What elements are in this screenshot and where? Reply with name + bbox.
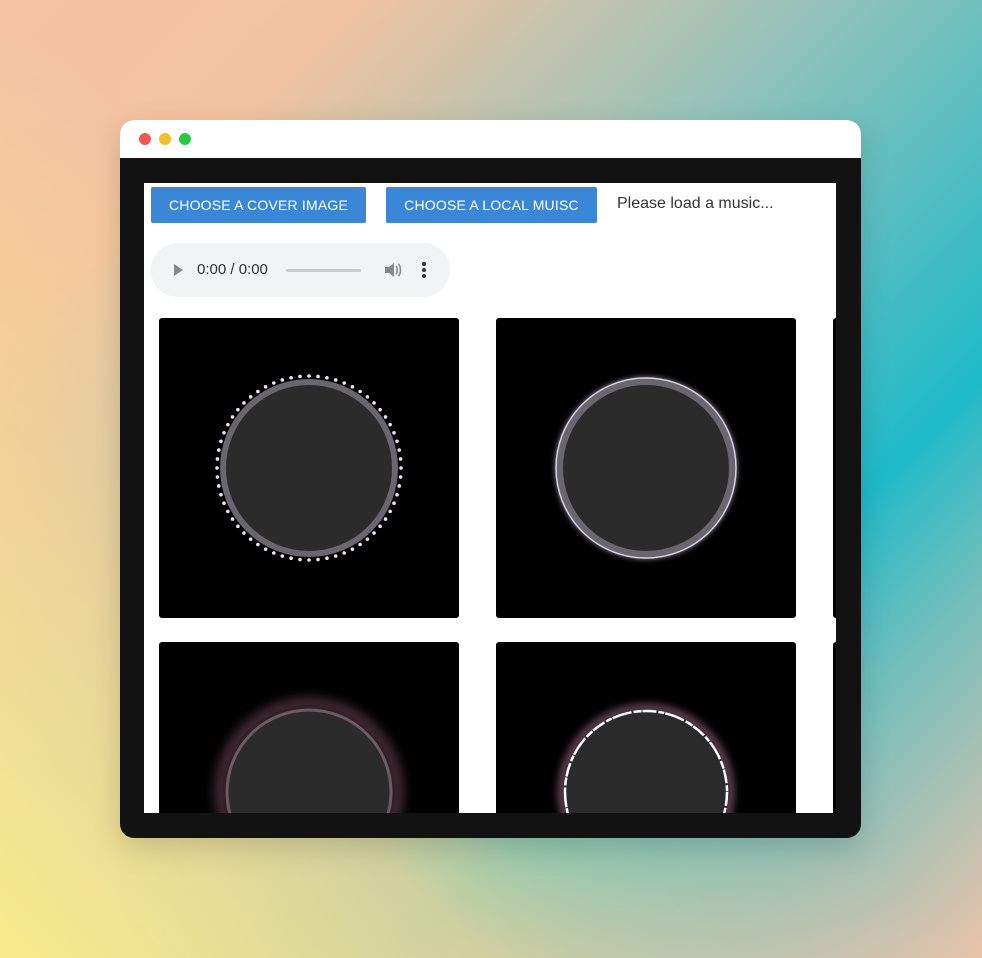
title-bar (120, 120, 861, 158)
spiky-ring-visual (558, 704, 734, 813)
ring-dot (358, 542, 362, 547)
ring-dot (280, 554, 285, 558)
ring-dot (365, 537, 370, 541)
ring-dot (298, 557, 302, 562)
ring-dot (236, 407, 240, 412)
ring-dot (215, 457, 220, 461)
visualizer-card-partial[interactable] (833, 318, 836, 618)
ring-dot (383, 415, 388, 419)
ring-dot (397, 448, 402, 452)
progress-slider[interactable] (286, 269, 361, 272)
visualizer-card-dotted[interactable] (159, 318, 459, 618)
ring-dot (280, 378, 285, 382)
ring-dot (216, 448, 221, 452)
play-icon[interactable] (174, 264, 183, 276)
more-vert-icon[interactable] (421, 261, 427, 279)
audio-player: 0:00 / 0:00 (151, 243, 450, 297)
ring-dot (325, 556, 329, 561)
ring-dot (397, 484, 402, 488)
ring-dot (271, 551, 276, 555)
browser-window: CHOOSE A COVER IMAGE CHOOSE A LOCAL MUIS… (120, 120, 861, 838)
ring-dot (215, 466, 219, 470)
ring-dot (307, 374, 311, 378)
status-text: Please load a music... (617, 195, 774, 212)
ring-dot (392, 430, 396, 435)
ring-dot (216, 484, 221, 488)
ring-dot (333, 378, 338, 382)
ring-dot (383, 517, 388, 521)
ring-dot (358, 389, 362, 394)
choose-local-music-button[interactable]: CHOOSE A LOCAL MUISC (386, 187, 597, 223)
ring-dot (226, 509, 230, 514)
ring-dot (372, 401, 376, 405)
ring-dot (248, 537, 253, 541)
dotted-ring-visual (215, 374, 403, 562)
ring-dot (215, 475, 220, 479)
ring-dot (350, 385, 355, 389)
ring-dot (263, 547, 268, 551)
ring-dot (342, 551, 347, 555)
minimize-window-button[interactable] (159, 133, 171, 145)
ring-dot (398, 457, 403, 461)
ring-dot (388, 422, 392, 427)
ring-dot (333, 554, 338, 558)
ring-dot (226, 422, 230, 427)
page-viewport: CHOOSE A COVER IMAGE CHOOSE A LOCAL MUIS… (144, 183, 836, 813)
ring-dot (263, 385, 268, 389)
ring-dot (289, 375, 293, 380)
ring-dot (365, 395, 370, 399)
visualizer-card-glow[interactable] (496, 318, 796, 618)
ring-dot (271, 381, 276, 385)
pink-halo-visual (216, 699, 402, 813)
ring-dot (378, 407, 382, 412)
ring-dot (395, 492, 399, 497)
ring-dot (350, 547, 355, 551)
ring-dot (230, 415, 235, 419)
ring-dot (222, 430, 226, 435)
close-window-button[interactable] (139, 133, 151, 145)
ring-dot (242, 401, 246, 405)
choose-cover-image-button[interactable]: CHOOSE A COVER IMAGE (151, 187, 366, 223)
ring-dot (256, 542, 260, 547)
ring-dot (372, 531, 376, 535)
glow-ring-visual (555, 377, 737, 559)
ring-dot (219, 439, 223, 444)
time-readout: 0:00 / 0:00 (197, 261, 268, 278)
ring-dot (298, 374, 302, 379)
maximize-window-button[interactable] (179, 133, 191, 145)
ring-dot (242, 531, 246, 535)
ring-dot (230, 517, 235, 521)
ring-dot (388, 509, 392, 514)
ring-dot (316, 557, 320, 562)
ring-dot (256, 389, 260, 394)
ring-dot (392, 501, 396, 506)
ring-dot (399, 466, 403, 470)
ring-dot (342, 381, 347, 385)
ring-dot (325, 375, 329, 380)
ring-dot (289, 556, 293, 561)
visualizer-card-partial[interactable] (833, 642, 836, 813)
ring-dot (222, 501, 226, 506)
ring-dot (398, 475, 403, 479)
ring-dot (378, 524, 382, 529)
ring-dot (248, 395, 253, 399)
volume-icon[interactable] (383, 260, 403, 280)
ring-dot (219, 492, 223, 497)
ring-dot (236, 524, 240, 529)
ring-dot (307, 558, 311, 562)
ring-dot (316, 374, 320, 379)
visualizer-card-halo[interactable] (159, 642, 459, 813)
visualizer-card-spiky[interactable] (496, 642, 796, 813)
ring-dot (395, 439, 399, 444)
